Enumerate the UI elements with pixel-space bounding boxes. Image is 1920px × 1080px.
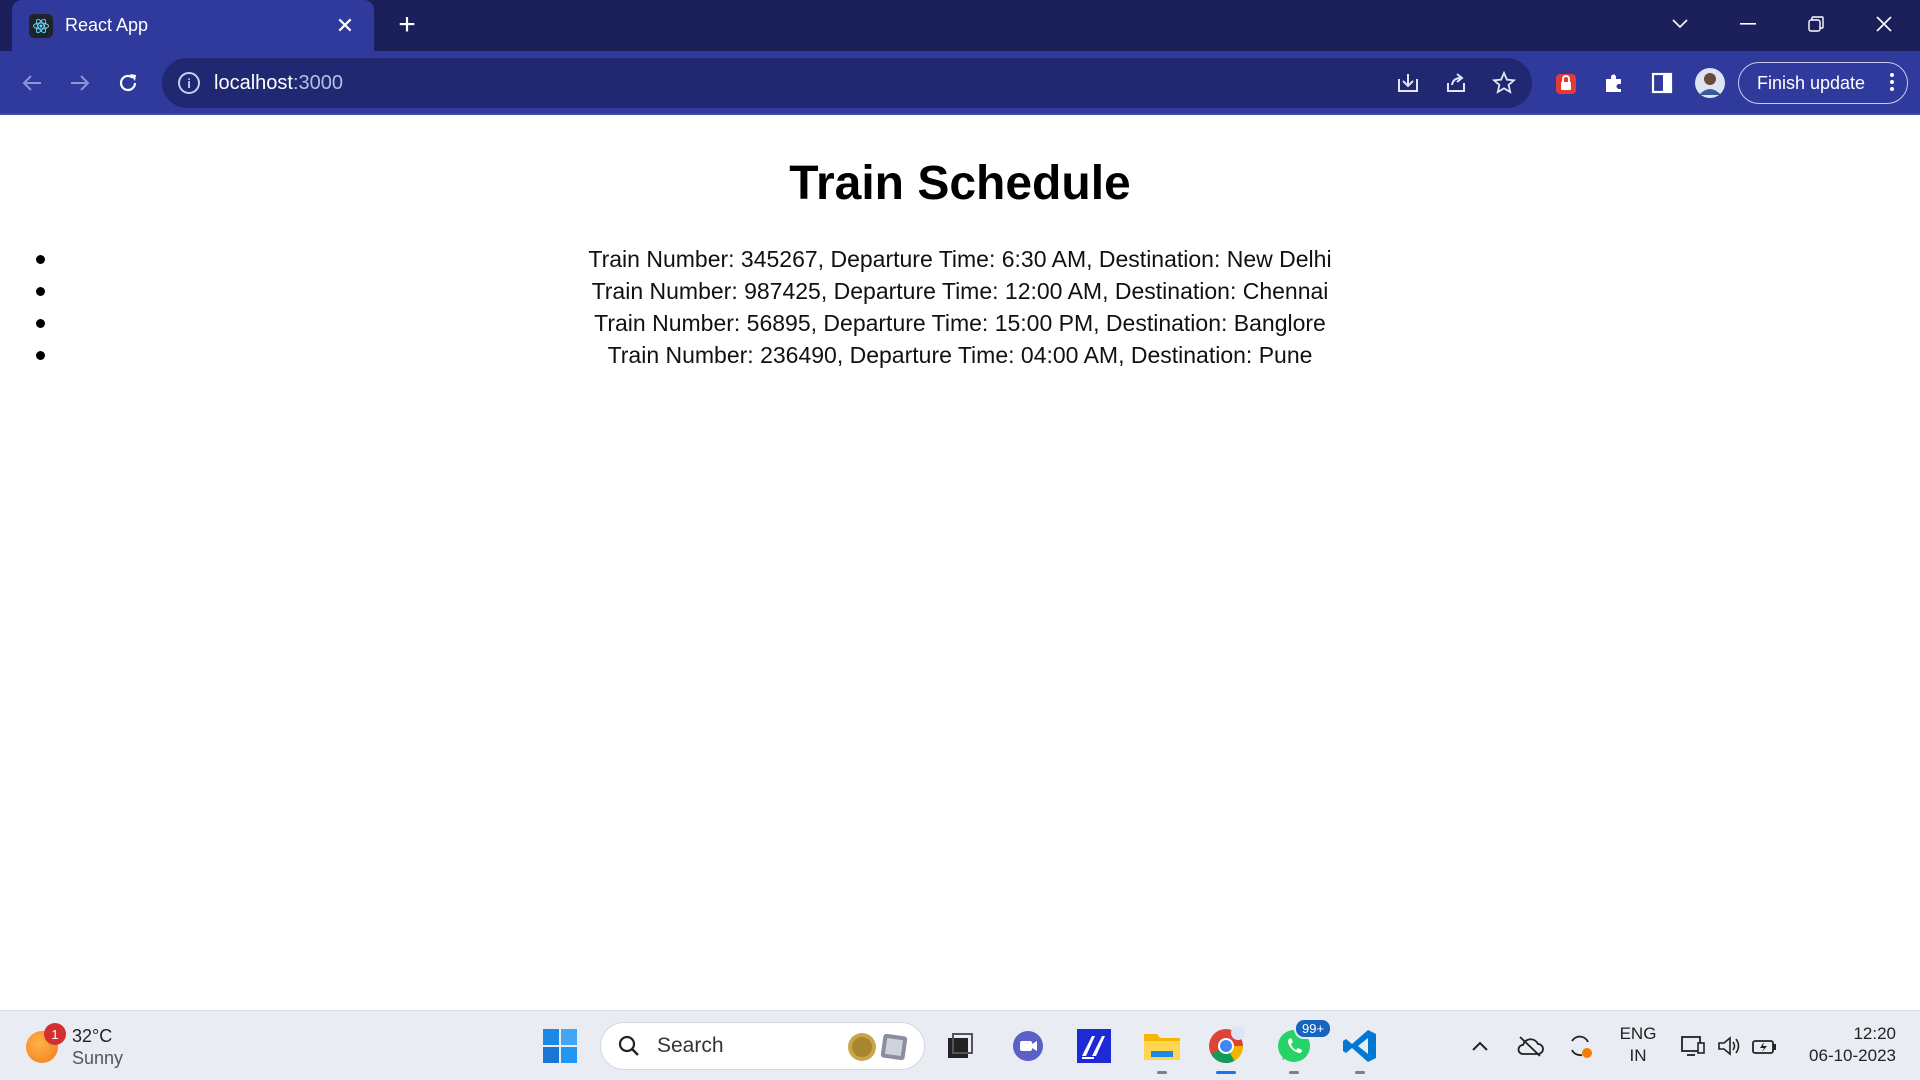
file-explorer-icon[interactable] [1140, 1024, 1184, 1074]
volume-icon[interactable] [1712, 1024, 1746, 1068]
forward-arrow-icon[interactable] [60, 63, 100, 103]
extensions-puzzle-icon[interactable] [1598, 67, 1630, 99]
teams-chat-icon[interactable] [1006, 1024, 1050, 1068]
install-app-icon[interactable] [1392, 67, 1424, 99]
notification-badge: 99+ [1294, 1018, 1333, 1039]
search-icon [618, 1035, 639, 1056]
extension-lock-icon[interactable] [1550, 67, 1582, 99]
search-highlight-icon [846, 1031, 910, 1063]
language-secondary: IN [1629, 1046, 1647, 1065]
train-entry: Train Number: 345267, Departure Time: 6:… [588, 246, 1332, 272]
address-bar[interactable]: i localhost:3000 [162, 58, 1532, 108]
weather-condition: Sunny [72, 1048, 124, 1068]
weather-temperature: 32°C [72, 1026, 113, 1046]
train-entry: Train Number: 236490, Departure Time: 04… [607, 342, 1313, 368]
list-item: Train Number: 987425, Departure Time: 12… [0, 275, 1920, 307]
bullet-icon [36, 287, 45, 296]
running-indicator [1355, 1071, 1365, 1074]
bookmark-star-icon[interactable] [1488, 67, 1520, 99]
back-arrow-icon[interactable] [12, 63, 52, 103]
restore-icon[interactable] [1794, 6, 1838, 42]
train-entry: Train Number: 56895, Departure Time: 15:… [594, 310, 1326, 336]
clock[interactable]: 12:20 06-10-2023 [1796, 1023, 1896, 1067]
language-indicator[interactable]: ENG IN [1612, 1023, 1664, 1067]
finish-update-button[interactable]: Finish update [1738, 62, 1908, 104]
tab-search-chevron-icon[interactable] [1658, 6, 1702, 42]
display-network-icon[interactable] [1676, 1024, 1710, 1068]
sun-icon: 1 [26, 1023, 66, 1063]
train-schedule-list: Train Number: 345267, Departure Time: 6:… [0, 243, 1920, 371]
running-indicator [1289, 1071, 1299, 1074]
react-icon [29, 13, 53, 38]
clock-date: 06-10-2023 [1809, 1046, 1896, 1065]
onedrive-cloud-icon[interactable] [1512, 1024, 1548, 1068]
windows-start-icon[interactable] [538, 1024, 582, 1068]
language-primary: ENG [1619, 1024, 1657, 1043]
weather-badge: 1 [44, 1023, 66, 1045]
vscode-icon[interactable] [1338, 1024, 1382, 1074]
weather-widget[interactable]: 1 32°C Sunny [26, 1023, 124, 1069]
bullet-icon [36, 255, 45, 264]
site-info-icon[interactable]: i [178, 72, 200, 94]
list-item: Train Number: 56895, Departure Time: 15:… [0, 307, 1920, 339]
close-window-icon[interactable] [1862, 6, 1906, 42]
running-indicator [1157, 1071, 1167, 1074]
tab-react-app[interactable]: React App ✕ [12, 0, 374, 51]
list-item: Train Number: 345267, Departure Time: 6:… [0, 243, 1920, 275]
running-indicator [1216, 1071, 1236, 1074]
bullet-icon [36, 319, 45, 328]
share-icon[interactable] [1440, 67, 1472, 99]
menu-kebab-icon[interactable] [1889, 71, 1895, 98]
train-entry: Train Number: 987425, Departure Time: 12… [591, 278, 1329, 304]
chrome-icon[interactable] [1204, 1024, 1248, 1074]
tab-title: React App [65, 15, 149, 35]
tab-close-icon[interactable]: ✕ [332, 13, 358, 39]
url-port: :3000 [292, 71, 343, 94]
bullet-icon [36, 351, 45, 360]
sync-update-icon[interactable] [1562, 1024, 1598, 1068]
new-tab-plus-icon[interactable]: + [390, 8, 424, 42]
page-title: Train Schedule [789, 157, 1131, 210]
battery-icon[interactable] [1748, 1024, 1782, 1068]
taskbar-search[interactable]: Search [600, 1022, 925, 1070]
minimize-icon[interactable] [1726, 6, 1770, 42]
taskbar: 1 32°C Sunny Search 99+ ENG IN 12:20 06-… [0, 1010, 1920, 1080]
clock-time: 12:20 [1853, 1024, 1896, 1043]
side-panel-icon[interactable] [1646, 67, 1678, 99]
whatsapp-icon[interactable]: 99+ [1272, 1018, 1333, 1074]
profile-avatar[interactable] [1694, 67, 1726, 99]
browser-titlebar: React App ✕ + [0, 0, 1920, 51]
reload-icon[interactable] [108, 63, 148, 103]
search-placeholder: Search [657, 1034, 724, 1057]
tray-chevron-up-icon[interactable] [1462, 1024, 1498, 1068]
finish-update-label: Finish update [1757, 72, 1866, 93]
page-content: Train Schedule Train Number: 345267, Dep… [0, 117, 1920, 1010]
task-view-icon[interactable] [938, 1024, 982, 1068]
url-host: localhost [214, 71, 293, 94]
ide-app-icon[interactable] [1072, 1024, 1116, 1068]
browser-toolbar: i localhost:3000 Finish update [0, 51, 1920, 115]
list-item: Train Number: 236490, Departure Time: 04… [0, 339, 1920, 371]
